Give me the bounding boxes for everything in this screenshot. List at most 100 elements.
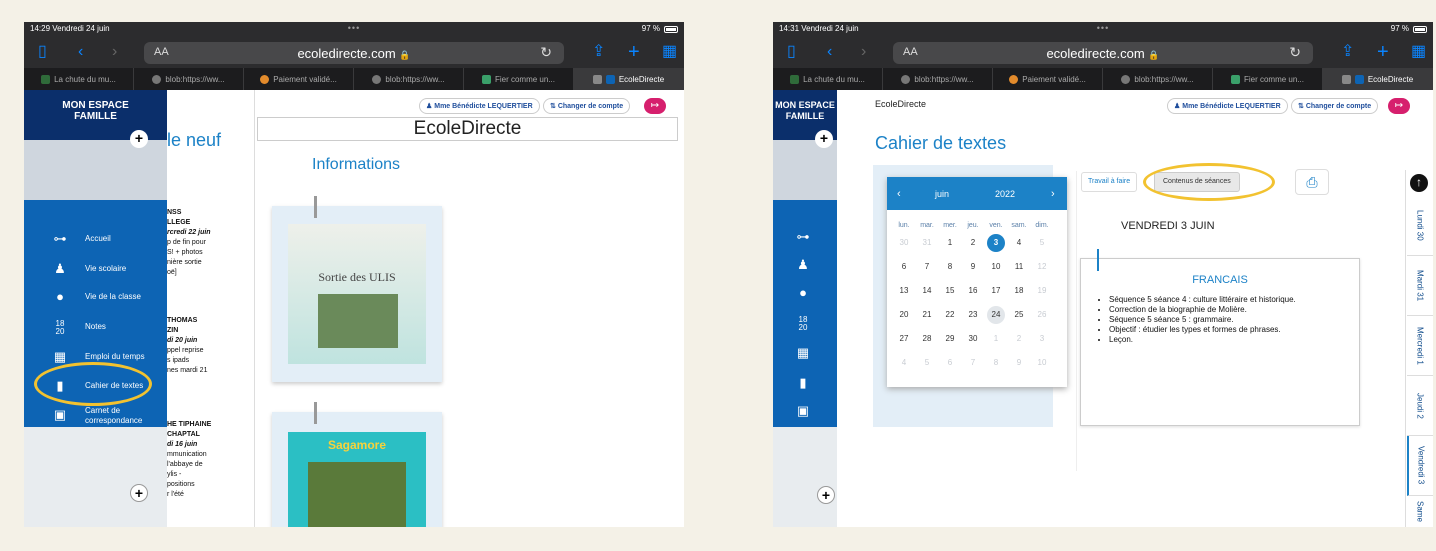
share-icon[interactable]: ⇪ bbox=[592, 44, 605, 60]
calendar-day[interactable]: 4 bbox=[895, 354, 913, 372]
nav-notes[interactable]: 18 20 Notes bbox=[24, 316, 167, 340]
calendar-day[interactable]: 23 bbox=[964, 306, 982, 324]
calendar-day[interactable]: 10 bbox=[1033, 354, 1051, 372]
tab-ecoledirecte[interactable]: EcoleDirecte bbox=[574, 68, 684, 90]
scroll-up-icon[interactable]: ↑ bbox=[1410, 174, 1428, 192]
calendar-day[interactable]: 8 bbox=[987, 354, 1005, 372]
tab-fier[interactable]: Fier comme un... bbox=[1213, 68, 1323, 90]
calendar-day[interactable]: 6 bbox=[895, 258, 913, 276]
close-tab-icon[interactable] bbox=[592, 74, 602, 84]
news-item[interactable]: HE TIPHAINE CHAPTAL di 16 juin mmunicati… bbox=[167, 420, 252, 500]
forward-icon[interactable]: › bbox=[861, 44, 866, 60]
forward-icon[interactable]: › bbox=[112, 44, 117, 60]
nav-cahier-de-textes[interactable]: ▮ bbox=[773, 372, 837, 396]
poster-card[interactable]: Sortie des ULIS bbox=[272, 196, 442, 382]
calendar-day[interactable]: 11 bbox=[1010, 258, 1028, 276]
back-icon[interactable]: ‹ bbox=[827, 44, 832, 60]
month-label[interactable]: juin bbox=[935, 189, 949, 199]
nav-accueil[interactable]: ⊶ bbox=[773, 226, 837, 250]
reload-icon[interactable]: ↻ bbox=[540, 44, 552, 61]
new-tab-icon[interactable]: + bbox=[628, 42, 640, 62]
nav-vie-scolaire[interactable]: ♟ Vie scolaire bbox=[24, 258, 167, 282]
nav-carnet[interactable]: ▣ bbox=[773, 400, 837, 424]
calendar-day[interactable]: 18 bbox=[1010, 282, 1028, 300]
add-photo-icon[interactable]: + bbox=[817, 486, 835, 504]
day-tab[interactable]: Lundi 30 bbox=[1407, 196, 1433, 256]
calendar-day[interactable]: 12 bbox=[1033, 258, 1051, 276]
calendar-day[interactable]: 3 bbox=[1033, 330, 1051, 348]
calendar-day[interactable]: 14 bbox=[918, 282, 936, 300]
nav-notes[interactable]: 18 20 bbox=[773, 312, 837, 336]
calendar-day[interactable]: 6 bbox=[941, 354, 959, 372]
nav-emploi-du-temps[interactable]: ▦ bbox=[773, 342, 837, 366]
calendar-day[interactable]: 30 bbox=[895, 234, 913, 252]
prev-month-icon[interactable]: ‹ bbox=[897, 188, 901, 200]
switch-account-button[interactable]: ⇅ Changer de compte bbox=[543, 98, 631, 114]
tab-blob-1[interactable]: blob:https://ww... bbox=[134, 68, 244, 90]
calendar-day[interactable]: 1 bbox=[941, 234, 959, 252]
tab-paiement[interactable]: Paiement validé... bbox=[993, 68, 1103, 90]
tab-overview-icon[interactable]: ▦ bbox=[1411, 44, 1426, 60]
breadcrumb[interactable]: EcoleDirecte bbox=[875, 99, 926, 109]
address-bar[interactable]: AA ecoledirecte.com 🔒 ↻ bbox=[893, 42, 1313, 64]
calendar-day[interactable]: 3 bbox=[987, 234, 1005, 252]
day-tab[interactable]: Jeudi 2 bbox=[1407, 376, 1433, 436]
calendar-day[interactable]: 9 bbox=[1010, 354, 1028, 372]
add-photo-icon[interactable]: + bbox=[815, 130, 833, 148]
back-icon[interactable]: ‹ bbox=[78, 44, 83, 60]
calendar-day[interactable]: 5 bbox=[918, 354, 936, 372]
share-icon[interactable]: ⇪ bbox=[1341, 44, 1354, 60]
calendar-day[interactable]: 30 bbox=[964, 330, 982, 348]
calendar-day[interactable]: 22 bbox=[941, 306, 959, 324]
calendar-day[interactable]: 2 bbox=[964, 234, 982, 252]
tab-blob-2[interactable]: blob:https://ww... bbox=[354, 68, 464, 90]
calendar-day[interactable]: 17 bbox=[987, 282, 1005, 300]
calendar-day[interactable]: 8 bbox=[941, 258, 959, 276]
day-tab[interactable]: Mardi 31 bbox=[1407, 256, 1433, 316]
calendar-day[interactable]: 19 bbox=[1033, 282, 1051, 300]
sidebar-toggle-icon[interactable]: ▯ bbox=[38, 44, 47, 60]
day-tab[interactable]: Mercredi 1 bbox=[1407, 316, 1433, 376]
tab-paiement[interactable]: Paiement validé... bbox=[244, 68, 354, 90]
calendar-day[interactable]: 10 bbox=[987, 258, 1005, 276]
calendar-day[interactable]: 16 bbox=[964, 282, 982, 300]
tab-travail-a-faire[interactable]: Travail à faire bbox=[1081, 172, 1138, 192]
sidebar-toggle-icon[interactable]: ▯ bbox=[787, 44, 796, 60]
tab-chute[interactable]: La chute du mu... bbox=[24, 68, 134, 90]
calendar-day[interactable]: 1 bbox=[987, 330, 1005, 348]
news-item[interactable]: NSS LLEGE rcredi 22 juin p de fin pour S!… bbox=[167, 208, 252, 278]
calendar-day[interactable]: 4 bbox=[1010, 234, 1028, 252]
address-bar[interactable]: AA ecoledirecte.com 🔒 ↻ bbox=[144, 42, 564, 64]
next-month-icon[interactable]: › bbox=[1051, 188, 1055, 200]
add-photo-icon[interactable]: + bbox=[130, 130, 148, 148]
account-user-button[interactable]: ♟ Mme Bénédicte LEQUERTIER bbox=[419, 98, 540, 114]
day-tab[interactable]: Same bbox=[1407, 496, 1433, 527]
reload-icon[interactable]: ↻ bbox=[1289, 44, 1301, 61]
tab-chute[interactable]: La chute du mu... bbox=[773, 68, 883, 90]
news-item[interactable]: THOMAS ZIN di 20 juin ppel reprise s ipad… bbox=[167, 316, 252, 376]
calendar-day[interactable]: 9 bbox=[964, 258, 982, 276]
tab-fier[interactable]: Fier comme un... bbox=[464, 68, 574, 90]
calendar-day[interactable]: 13 bbox=[895, 282, 913, 300]
nav-accueil[interactable]: ⊶ Accueil bbox=[24, 228, 167, 252]
calendar-day[interactable]: 29 bbox=[941, 330, 959, 348]
calendar-day[interactable]: 21 bbox=[918, 306, 936, 324]
calendar-day[interactable]: 5 bbox=[1033, 234, 1051, 252]
calendar-day[interactable]: 31 bbox=[918, 234, 936, 252]
poster-card[interactable]: Sagamore bbox=[272, 402, 442, 527]
account-user-button[interactable]: ♟ Mme Bénédicte LEQUERTIER bbox=[1167, 98, 1288, 114]
multitask-dots[interactable]: ••• bbox=[348, 23, 360, 33]
calendar-day[interactable]: 2 bbox=[1010, 330, 1028, 348]
tab-blob-1[interactable]: blob:https://ww... bbox=[883, 68, 993, 90]
calendar-day[interactable]: 7 bbox=[964, 354, 982, 372]
calendar-day[interactable]: 28 bbox=[918, 330, 936, 348]
close-tab-icon[interactable] bbox=[1341, 74, 1351, 84]
logout-button[interactable]: ↦ bbox=[644, 98, 666, 114]
calendar-day[interactable]: 15 bbox=[941, 282, 959, 300]
nav-vie-classe[interactable]: ● bbox=[773, 282, 837, 306]
print-icon[interactable]: ⎙ bbox=[1295, 169, 1329, 195]
multitask-dots[interactable]: ••• bbox=[1097, 23, 1109, 33]
switch-account-button[interactable]: ⇅ Changer de compte bbox=[1291, 98, 1379, 114]
calendar-day[interactable]: 26 bbox=[1033, 306, 1051, 324]
tab-blob-2[interactable]: blob:https://ww... bbox=[1103, 68, 1213, 90]
